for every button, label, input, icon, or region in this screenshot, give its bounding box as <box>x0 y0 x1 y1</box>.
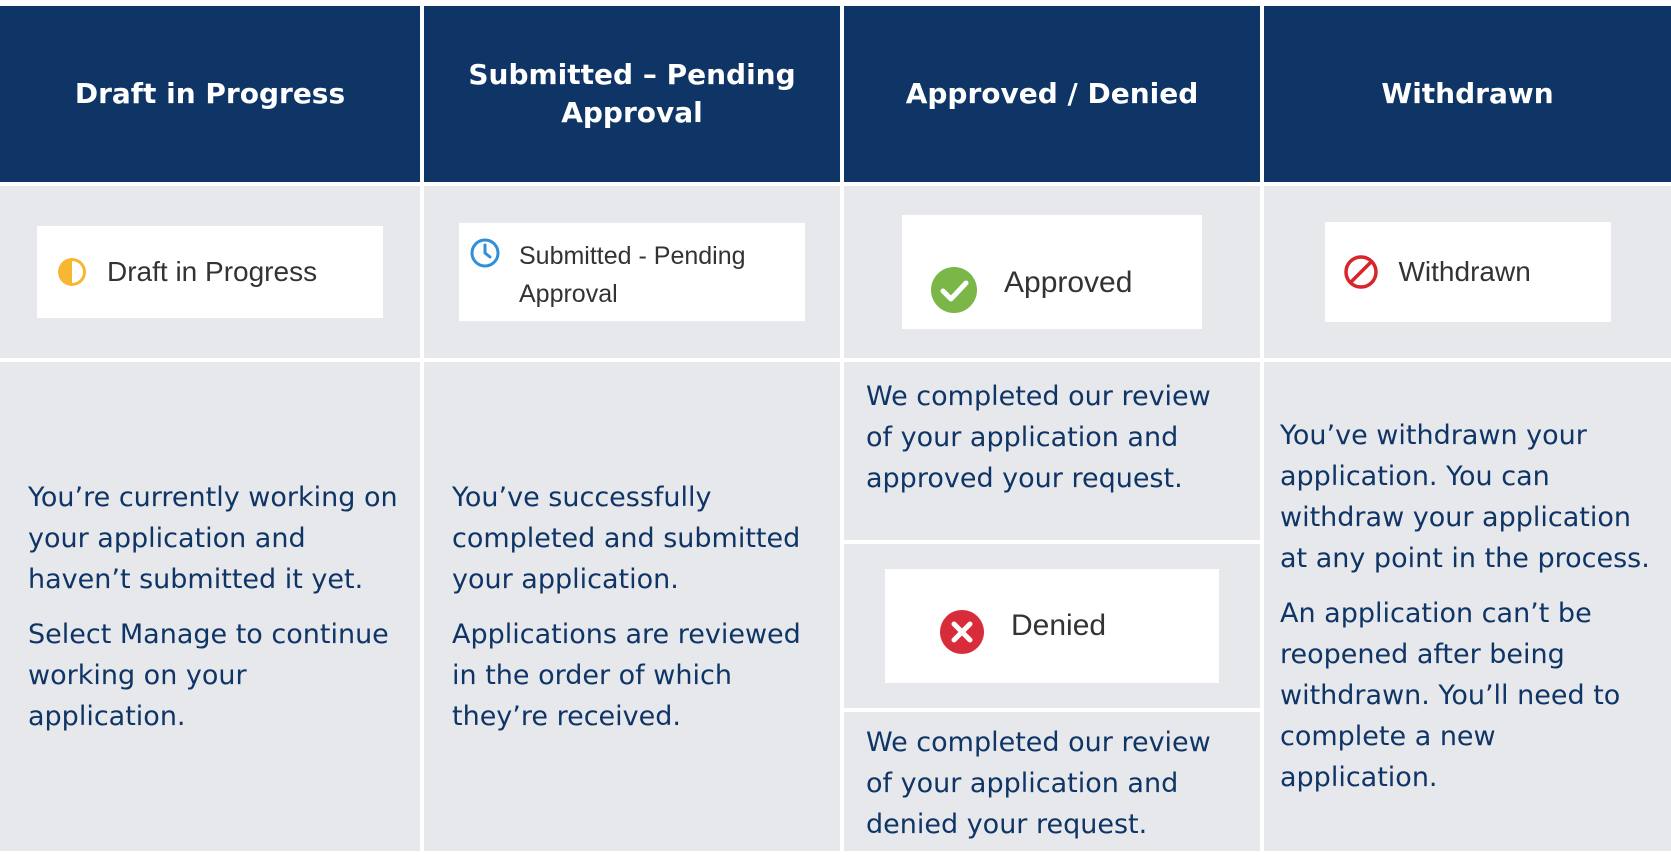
column-header-withdrawn: Withdrawn <box>1264 0 1671 186</box>
badge-cell-withdrawn: Withdrawn <box>1264 186 1671 362</box>
badge-cell-approved: Approved <box>844 186 1264 362</box>
header-label: Withdrawn <box>1381 77 1554 110</box>
description-approved: We completed our review of your applicat… <box>844 362 1260 544</box>
column-header-approved-denied: Approved / Denied <box>844 0 1264 186</box>
prohibited-icon <box>1343 254 1379 290</box>
description-denied: We completed our review of your applicat… <box>866 727 1211 840</box>
description-paragraph: Select Manage to continue working on you… <box>28 618 389 732</box>
check-circle-icon <box>930 266 978 314</box>
clock-icon <box>469 237 501 269</box>
badge-cell-denied: Denied <box>844 544 1260 712</box>
description-submitted: You’ve successfully completed and submit… <box>424 362 844 855</box>
draft-status-badge: Draft in Progress <box>37 226 383 318</box>
withdrawn-status-badge: Withdrawn <box>1324 222 1611 322</box>
badge-label: Submitted - Pending Approval <box>519 242 746 308</box>
badge-label: Denied <box>1011 609 1107 642</box>
x-circle-icon <box>939 609 985 655</box>
description-paragraph: An application can’t be reopened after b… <box>1280 598 1621 793</box>
approved-status-badge: Approved <box>902 215 1202 329</box>
description-paragraph: You’ve successfully completed and submit… <box>452 481 801 595</box>
description-paragraph: Applications are reviewed in the order o… <box>452 618 801 732</box>
header-label: Submitted – Pending Approval <box>468 58 796 129</box>
description-paragraph: You’ve withdrawn your application. You c… <box>1280 420 1650 574</box>
description-paragraph: You’re currently working on your applica… <box>28 481 398 595</box>
half-circle-icon <box>57 257 87 287</box>
description-withdrawn: You’ve withdrawn your application. You c… <box>1264 362 1671 855</box>
submitted-status-badge: Submitted - Pending Approval <box>459 223 805 321</box>
column-header-draft: Draft in Progress <box>0 0 424 186</box>
header-label: Approved / Denied <box>905 77 1199 110</box>
badge-label: Draft in Progress <box>107 256 318 287</box>
column-header-submitted: Submitted – Pending Approval <box>424 0 844 186</box>
badge-label: Withdrawn <box>1398 256 1531 287</box>
header-label: Draft in Progress <box>74 77 346 110</box>
badge-label: Approved <box>1004 266 1133 299</box>
denied-status-badge: Denied <box>885 569 1219 683</box>
description-draft: You’re currently working on your applica… <box>0 362 424 855</box>
description-approved-denied: We completed our review of your applicat… <box>844 362 1264 855</box>
status-table: Draft in Progress Submitted – Pending Ap… <box>0 0 1671 855</box>
badge-cell-draft: Draft in Progress <box>0 186 424 362</box>
badge-cell-submitted: Submitted - Pending Approval <box>424 186 844 362</box>
